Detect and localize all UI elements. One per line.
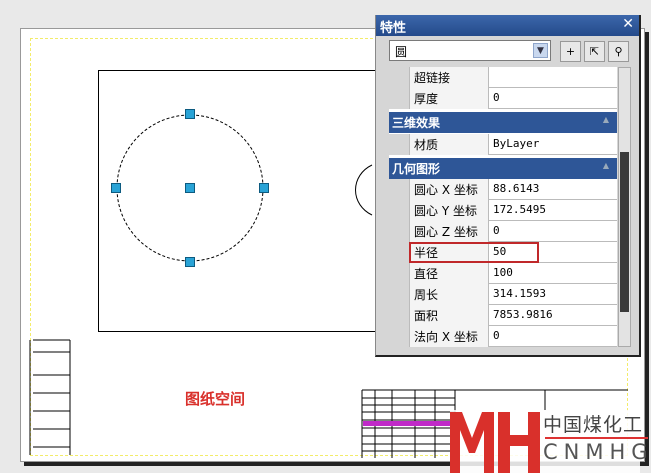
- grip-center[interactable]: [185, 183, 195, 193]
- property-row[interactable]: 直径 100: [389, 263, 617, 284]
- watermark-text-cn: 中国煤化工: [543, 414, 644, 436]
- panel-titlebar[interactable]: 特性: [376, 15, 639, 36]
- property-row[interactable]: 超链接: [389, 67, 617, 88]
- object-type-value: 圆: [395, 45, 408, 59]
- scrollbar-thumb[interactable]: [620, 152, 629, 312]
- collapse-icon[interactable]: ▲: [603, 161, 609, 170]
- quick-select-button[interactable]: ⚲: [608, 41, 629, 62]
- toggle-pickadd-button[interactable]: +: [560, 41, 581, 62]
- property-row[interactable]: 圆心 X 坐标 88.6143: [389, 179, 617, 200]
- grip-right[interactable]: [259, 183, 269, 193]
- property-row[interactable]: 圆心 Y 坐标 172.5495: [389, 200, 617, 221]
- chevron-down-icon: ▼: [533, 43, 548, 58]
- section-geometry[interactable]: 几何图形 ▲: [389, 158, 617, 179]
- grip-left[interactable]: [111, 183, 121, 193]
- panel-scrollbar[interactable]: [618, 67, 631, 347]
- title-block-magenta-text: [363, 421, 453, 426]
- panel-title: 特性: [380, 21, 407, 36]
- object-type-select[interactable]: 圆 ▼: [389, 40, 551, 61]
- watermark-text-en: CNMHG: [543, 440, 651, 464]
- property-grid: 超链接 厚度 0 三维效果 ▲ 材质 ByLayer 几何图形 ▲ 圆心 X 坐标 88.…: [389, 67, 617, 347]
- radius-highlight-box: [409, 242, 539, 263]
- section-3d-effects[interactable]: 三维效果 ▲: [389, 112, 617, 133]
- property-row[interactable]: 周长 314.1593: [389, 284, 617, 305]
- properties-panel: 特性 ✕ 圆 ▼ + ⇱ ⚲ 超链接 厚度 0 三维效果 ▲ 材质 ByLayer 几何…: [375, 15, 641, 357]
- grip-bottom[interactable]: [185, 257, 195, 267]
- watermark-divider: [545, 437, 648, 439]
- collapse-icon[interactable]: ▲: [603, 115, 609, 124]
- left-stamp-table: [29, 339, 71, 455]
- close-icon[interactable]: ✕: [622, 16, 634, 32]
- property-row[interactable]: 法向 X 坐标 0: [389, 326, 617, 347]
- grip-top[interactable]: [185, 109, 195, 119]
- partial-arc: [355, 164, 373, 216]
- property-row[interactable]: 圆心 Z 坐标 0: [389, 221, 617, 242]
- paper-space-label: 图纸空间: [185, 390, 246, 408]
- select-objects-button[interactable]: ⇱: [584, 41, 605, 62]
- property-row[interactable]: 厚度 0: [389, 88, 617, 109]
- property-row[interactable]: 材质 ByLayer: [389, 134, 617, 155]
- property-row[interactable]: 面积 7853.9816: [389, 305, 617, 326]
- watermark-logo-mark: [450, 412, 540, 473]
